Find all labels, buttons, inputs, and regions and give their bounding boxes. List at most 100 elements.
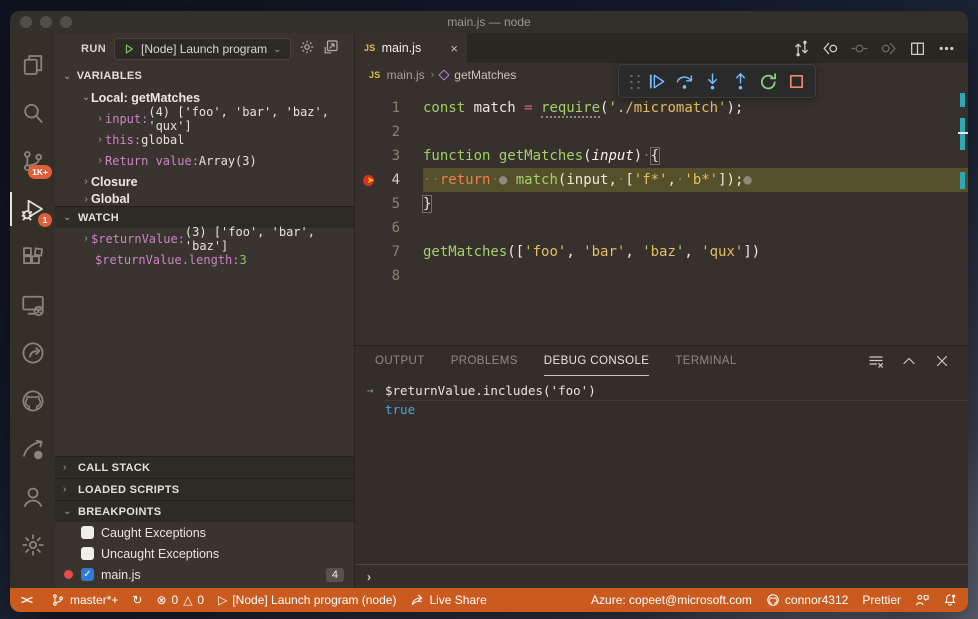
chevron-icon: ›: [98, 155, 102, 166]
activity-item-remote-explorer[interactable]: [10, 281, 55, 329]
clear-console-icon[interactable]: [868, 353, 884, 369]
breadcrumb-file[interactable]: main.js: [387, 68, 425, 82]
compare-changes-icon[interactable]: [791, 38, 811, 58]
js-file-icon: JS: [364, 43, 376, 53]
code-line[interactable]: 1 const match = require('./micromatch');: [355, 96, 968, 120]
breakpoint-label: Uncaught Exceptions: [101, 546, 220, 561]
launch-config-dropdown[interactable]: [Node] Launch program ⌄: [114, 38, 291, 60]
debug-launch-status[interactable]: ▷ [Node] Launch program (node): [211, 588, 403, 612]
panel-tabs: OUTPUT PROBLEMS DEBUG CONSOLE TERMINAL: [355, 346, 968, 376]
panel-tab-problems[interactable]: PROBLEMS: [451, 346, 518, 376]
panel-tab-debug-console[interactable]: DEBUG CONSOLE: [543, 346, 650, 376]
section-header-breakpoints[interactable]: ⌄ BREAKPOINTS: [55, 500, 354, 522]
continue-forward-icon[interactable]: [878, 38, 898, 58]
step-out-button[interactable]: [726, 67, 754, 95]
variable-row[interactable]: › Global: [55, 192, 354, 206]
variable-value: (4) ['foo', 'bar', 'baz', 'qux']: [148, 104, 329, 133]
debug-console-output[interactable]: → $returnValue.includes('foo') true: [355, 376, 968, 564]
variable-name: Return value:: [105, 153, 199, 168]
code-line[interactable]: 7 getMatches(['foo', 'bar', 'baz', 'qux']…: [355, 240, 968, 264]
tab-bar: JS main.js ×: [355, 33, 968, 63]
feedback-button[interactable]: [908, 588, 936, 612]
activity-item-gitlens[interactable]: [10, 425, 55, 473]
breakpoint-row[interactable]: ✓ main.js 4: [55, 564, 354, 585]
debug-launch-status-label: [Node] Launch program (node): [232, 593, 397, 607]
problems-status-label: 0: [171, 593, 179, 607]
activity-item-extensions[interactable]: [10, 233, 55, 281]
console-input-echo: $returnValue.includes('foo'): [385, 382, 968, 401]
bottom-panel: OUTPUT PROBLEMS DEBUG CONSOLE TERMINAL → $re…: [355, 345, 968, 588]
activity-item-source-control[interactable]: 1K+: [10, 137, 55, 185]
step-over-button[interactable]: [670, 67, 698, 95]
overview-ruler: [958, 87, 968, 345]
code-line[interactable]: 5}: [355, 192, 968, 216]
more-actions-icon[interactable]: [936, 38, 956, 58]
breakpoint-row[interactable]: Uncaught Exceptions: [55, 543, 354, 564]
code-line[interactable]: 3 function getMatches(input)·{: [355, 144, 968, 168]
activity-item-explorer[interactable]: [10, 41, 55, 89]
debug-console-input[interactable]: ›: [355, 564, 968, 588]
ruler-mark-teal-inner: [960, 172, 965, 189]
sync-button[interactable]: ↻: [125, 588, 149, 612]
github-account-status[interactable]: connor4312: [759, 588, 855, 612]
step-into-button[interactable]: [698, 67, 726, 95]
git-branch-status[interactable]: master*+: [44, 588, 125, 612]
code-line[interactable]: 4 ➤ ··return·● match(input,·['f*',·'b*']);…: [355, 168, 968, 192]
activity-item-accounts[interactable]: [10, 473, 55, 521]
sync-button-glyph: ↻: [132, 593, 143, 607]
section-header-call-stack[interactable]: › CALL STACK: [55, 456, 354, 478]
breakpoint-checkbox[interactable]: [81, 526, 94, 539]
remote-indicator[interactable]: ><: [14, 588, 44, 612]
activity-item-settings[interactable]: [10, 521, 55, 569]
section-title: BREAKPOINTS: [78, 505, 162, 518]
breakpoint-checkbox[interactable]: [81, 547, 94, 560]
stop-button[interactable]: [782, 67, 810, 95]
close-panel-icon[interactable]: [934, 353, 950, 369]
activity-item-live-share[interactable]: [10, 329, 55, 377]
activity-item-github[interactable]: [10, 377, 55, 425]
variable-row[interactable]: › Closure: [55, 171, 354, 192]
activity-item-run-and-debug[interactable]: 1: [10, 185, 55, 233]
panel-tab-terminal[interactable]: TERMINAL: [675, 346, 736, 376]
variable-row[interactable]: › Return value: Array(3): [55, 150, 354, 171]
restart-button[interactable]: [754, 67, 782, 95]
record-icon[interactable]: [849, 38, 869, 58]
variable-row[interactable]: › input: (4) ['foo', 'bar', 'baz', 'qux']: [55, 105, 354, 133]
toolbar-drag-handle[interactable]: [626, 72, 640, 90]
code-text: function getMatches(input)·{: [423, 147, 661, 165]
prettier-status[interactable]: Prettier: [855, 588, 908, 612]
code-editor[interactable]: 1 const match = require('./micromatch'); 2…: [355, 87, 968, 345]
breakpoint-row[interactable]: Caught Exceptions: [55, 522, 354, 543]
close-tab-icon[interactable]: ×: [450, 41, 458, 56]
panel-tab-output[interactable]: OUTPUT: [375, 346, 425, 376]
live-share-button[interactable]: Live Share: [403, 588, 493, 612]
code-line[interactable]: 8: [355, 264, 968, 288]
reverse-continue-icon[interactable]: [820, 38, 840, 58]
continue-button[interactable]: [642, 67, 670, 95]
notifications-bell[interactable]: [936, 588, 964, 612]
split-editor-icon[interactable]: [907, 38, 927, 58]
titlebar[interactable]: main.js — node: [10, 11, 968, 33]
configure-gear-icon[interactable]: [299, 39, 315, 60]
chevron-down-icon: ⌄: [273, 43, 282, 55]
variables-section-header[interactable]: ⌄ VARIABLES: [55, 65, 142, 87]
extensions-icon: [21, 245, 45, 269]
tab-main-js[interactable]: JS main.js ×: [355, 33, 467, 63]
problems-status[interactable]: ⊗ 0 △ 0: [149, 588, 211, 612]
watch-row[interactable]: › $returnValue: (3) ['foo', 'bar', 'baz']: [55, 225, 354, 253]
breakpoint-checkbox[interactable]: ✓: [81, 568, 94, 581]
maximize-panel-icon[interactable]: [901, 353, 917, 369]
section-header-loaded-scripts[interactable]: › LOADED SCRIPTS: [55, 478, 354, 500]
azure-account-status[interactable]: Azure: copeet@microsoft.com: [584, 588, 759, 612]
activity-item-search[interactable]: [10, 89, 55, 137]
bell-dot-icon: [943, 593, 957, 607]
open-debug-console-icon[interactable]: [323, 39, 339, 60]
code-line[interactable]: 6: [355, 216, 968, 240]
start-debug-icon[interactable]: [123, 43, 135, 55]
tab-title[interactable]: main.js: [382, 41, 445, 55]
explorer-icon: [21, 53, 45, 77]
breadcrumb-symbol[interactable]: getMatches: [454, 68, 516, 82]
chevron-icon: ›: [84, 233, 88, 244]
launch-config-name[interactable]: [Node] Launch program: [141, 42, 267, 56]
code-line[interactable]: 2: [355, 120, 968, 144]
